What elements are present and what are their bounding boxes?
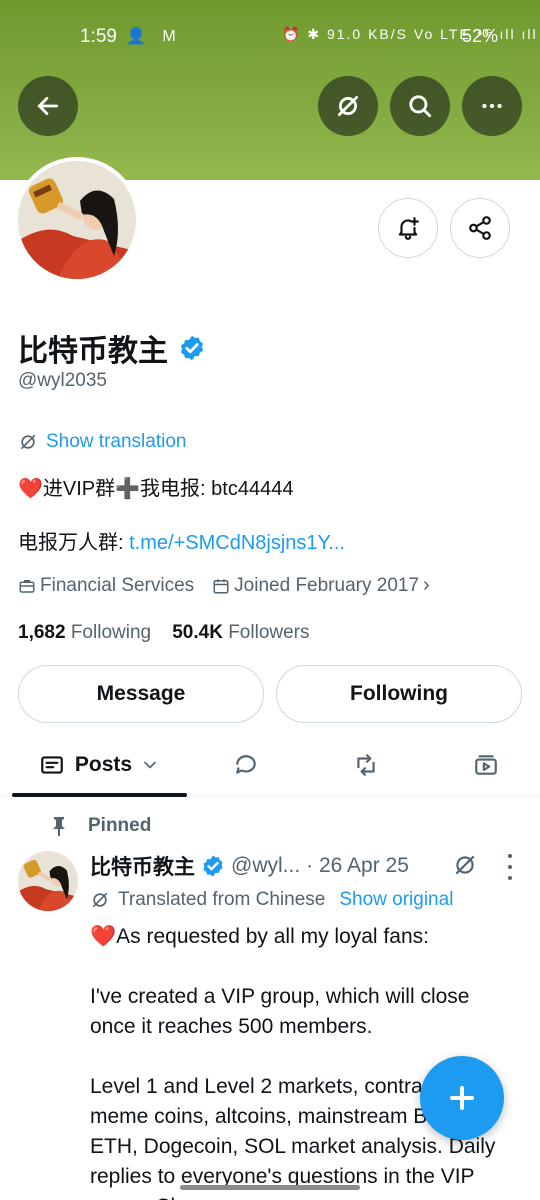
post-author-handle: @wyl... [231,854,301,877]
plus-icon [450,1086,474,1110]
category-label: Financial Services [40,574,195,596]
tab-reposts[interactable] [336,735,396,795]
show-translation-label: Show translation [46,431,187,452]
system-icons: ⏰ ✱ 91.0 KB/S Vo LTE ⁴ᴳ ıll ıll [282,26,538,42]
active-tab-indicator [12,793,187,797]
chevron-down-icon [144,761,156,769]
category-item: Financial Services [18,575,194,597]
bell-plus-icon [398,217,419,240]
post-grok-button[interactable] [452,852,482,882]
joined-item[interactable]: Joined February 2017 › [212,574,430,597]
bio-line: ❤️进VIP群➕我电报: btc44444 [18,478,294,500]
search-button[interactable] [390,76,450,136]
post-header: 比特币教主 @wyl... · 26 Apr 25 [90,851,409,881]
post-paragraph: ❤️As requested by all my loyal fans: [90,925,429,948]
posts-icon [41,756,63,774]
telegram-link[interactable]: t.me/+SMCdN8jsjns1Y... [129,532,345,554]
briefcase-icon [19,579,35,593]
post-more-button[interactable] [503,854,517,880]
post-paragraph: I've created a VIP group, which will clo… [90,985,470,1038]
grok-icon [92,892,108,908]
more-options-button[interactable] [462,76,522,136]
display-name: 比特币教主 [18,335,168,368]
bio-prefix: 电报万人群: [18,532,130,554]
calendar-icon [213,578,229,593]
followers-stat[interactable]: 50.4K Followers [172,622,309,643]
more-vertical-icon [508,876,512,880]
reply-icon [236,755,256,774]
compose-post-button[interactable] [420,1056,504,1140]
home-indicator[interactable] [180,1185,360,1190]
media-icon [475,755,497,775]
post-author-avatar[interactable] [18,851,78,911]
tab-replies[interactable] [216,735,276,795]
joined-label: Joined February 2017 [234,574,420,596]
profile-avatar[interactable] [14,157,140,283]
show-original-link[interactable]: Show original [339,889,453,911]
post-date[interactable]: · 26 Apr 25 [306,854,409,878]
following-stat[interactable]: 1,682 Following [18,622,151,643]
verified-badge-icon[interactable] [178,334,206,362]
profile-meta: Financial Services Joined February 2017 … [18,574,448,597]
chevron-right-icon: › [423,574,430,596]
share-icon [469,216,491,240]
tab-posts[interactable]: Posts [12,735,187,795]
search-icon [409,95,432,118]
post-author-name[interactable]: 比特币教主 [90,851,195,881]
status-bar: 1:59 👤 M ⏰ ✱ 91.0 KB/S Vo LTE ⁴ᴳ ıll ıll… [0,0,540,72]
repost-icon [357,754,375,776]
translated-from-label: Translated from Chinese [118,889,326,910]
profile-tabs: Posts [0,735,540,797]
followers-label: Followers [228,622,310,643]
grok-button[interactable] [318,76,378,136]
notifications-subscribe-button[interactable] [378,198,438,258]
avatar-image [18,851,78,911]
grok-icon [20,434,36,450]
following-button[interactable]: Following [276,665,522,723]
share-button[interactable] [450,198,510,258]
verified-badge-icon [203,855,223,877]
more-horizontal-icon [482,103,502,109]
followers-count: 50.4K [172,622,223,643]
pinned-label: Pinned [88,815,152,836]
grok-icon [455,855,475,875]
follow-stats: 1,682 Following 50.4K Followers [18,622,310,644]
tab-media[interactable] [456,735,516,795]
more-vertical-icon [508,854,512,858]
notification-icons: 👤 M [126,28,182,45]
back-button[interactable] [18,76,78,136]
profile-handle: @wyl2035 [18,370,107,391]
grok-icon [337,95,359,117]
show-translation-link[interactable]: Show translation [18,431,186,453]
message-button[interactable]: Message [18,665,264,723]
following-count: 1,682 [18,622,66,643]
arrow-left-icon [37,97,59,115]
avatar-image [18,161,136,279]
bio-line: 电报万人群: t.me/+SMCdN8jsjns1Y... [18,526,345,555]
tab-posts-label: Posts [74,753,133,776]
translation-note: Translated from Chinese Show original [90,889,453,911]
battery-level: 52% [462,26,499,46]
pin-icon [53,817,65,836]
more-vertical-icon [508,865,512,869]
profile-name-row: 比特币教主 [18,326,206,370]
following-label: Following [70,622,152,643]
status-time: 1:59 [80,26,117,47]
pinned-indicator: Pinned [50,815,151,837]
